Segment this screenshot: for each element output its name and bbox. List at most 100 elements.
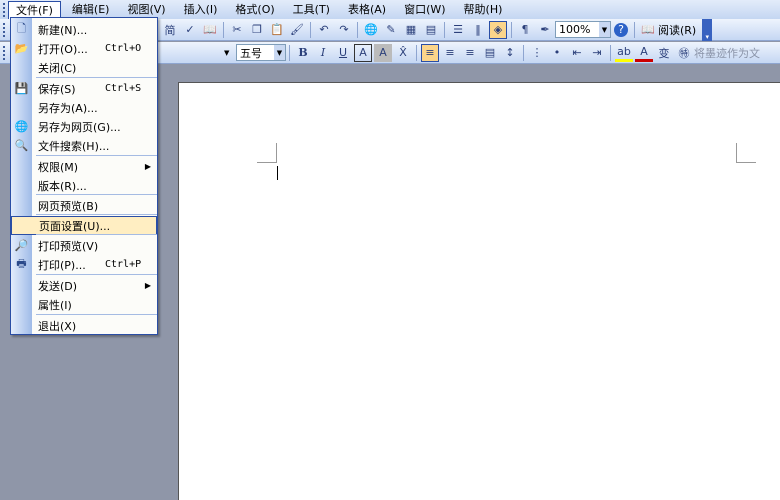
menu-item-label: 属性(I) <box>38 298 72 312</box>
ink-as-text-button[interactable]: 将墨迹作为文 <box>694 45 760 61</box>
menu-item-shortcut: Ctrl+S <box>105 83 142 94</box>
spelling-icon[interactable]: ✓ <box>181 21 199 39</box>
align-right-icon[interactable]: ≡ <box>461 44 479 62</box>
file-menu-item[interactable]: 版本(R)... <box>11 176 157 195</box>
file-menu-item[interactable]: 💾 保存(S) Ctrl+S <box>11 79 157 98</box>
document-page[interactable] <box>178 82 780 500</box>
menu-item-label: 打印(P)... <box>38 258 86 272</box>
char-shading-icon[interactable]: A <box>374 43 392 62</box>
numbering-icon[interactable]: ⋮ <box>528 44 546 62</box>
help-icon[interactable]: ? <box>614 22 628 37</box>
font-dropdown-icon[interactable]: ▼ <box>224 49 234 57</box>
file-menu-item[interactable]: 🗋 新建(N)... <box>11 20 157 39</box>
read-button[interactable]: 阅读(R) <box>658 22 696 38</box>
document-map-icon[interactable]: ◈ <box>489 20 507 39</box>
file-menu-item[interactable]: 关闭(C) <box>11 58 157 77</box>
underline-icon[interactable]: U <box>334 44 352 62</box>
divider <box>634 21 635 38</box>
file-menu-item[interactable]: 另存为(A)... <box>11 98 157 117</box>
undo-icon[interactable]: ↶ <box>315 21 333 39</box>
file-menu: 🗋 新建(N)... 📂 打开(O)... Ctrl+O 关闭(C) 💾 保存(S) Ctrl+… <box>10 17 158 335</box>
menu-item-label: 保存(S) <box>38 82 76 96</box>
divider <box>523 44 524 61</box>
hyperlink-icon[interactable]: 🌐 <box>362 21 380 39</box>
format-painter-icon[interactable]: 🖌 <box>288 21 306 39</box>
menu-item-label: 权限(M) <box>38 160 79 174</box>
char-border-icon[interactable]: A <box>354 43 372 62</box>
file-menu-item[interactable]: 🌐 另存为网页(G)... <box>11 117 157 136</box>
bullets-icon[interactable]: • <box>548 44 566 62</box>
chevron-down-icon[interactable]: ▼ <box>599 22 610 37</box>
menu-item-label: 发送(D) <box>38 279 78 293</box>
menu-table[interactable]: 表格(A) <box>341 1 393 18</box>
font-color-icon[interactable]: A <box>635 44 653 62</box>
open-folder-icon: 📂 <box>14 42 29 55</box>
toolbar-options-icon[interactable]: ▾ <box>702 18 713 41</box>
copy-icon[interactable]: ❐ <box>248 21 266 39</box>
menu-tools[interactable]: 工具(T) <box>286 1 337 18</box>
menu-format[interactable]: 格式(O) <box>228 1 281 18</box>
crop-mark-left <box>257 143 277 163</box>
file-menu-item[interactable]: 📂 打开(O)... Ctrl+O <box>11 39 157 58</box>
phonetic-icon[interactable]: X̂ <box>394 44 412 62</box>
menu-view[interactable]: 视图(V) <box>120 1 172 18</box>
chevron-down-icon[interactable]: ▼ <box>274 45 285 60</box>
show-hide-icon[interactable]: ¶ <box>516 21 534 39</box>
menu-insert[interactable]: 插入(I) <box>177 1 225 18</box>
menu-item-label: 文件搜索(H)... <box>38 139 110 153</box>
menu-separator <box>36 194 157 195</box>
menu-item-label: 打印预览(V) <box>38 239 99 253</box>
read-icon[interactable]: 📖 <box>639 21 657 39</box>
cut-icon[interactable]: ✂ <box>228 21 246 39</box>
file-menu-item[interactable]: 🔍 文件搜索(H)... <box>11 136 157 155</box>
columns-icon[interactable]: ☰ <box>449 21 467 39</box>
char-scaling-icon[interactable]: 变 <box>655 44 673 62</box>
italic-icon[interactable]: I <box>314 44 332 62</box>
file-menu-item[interactable]: 退出(X) <box>11 316 157 335</box>
divider <box>357 21 358 38</box>
menu-item-shortcut: Ctrl+O <box>105 43 142 54</box>
bold-icon[interactable]: B <box>294 44 312 62</box>
menu-item-label: 退出(X) <box>38 319 77 333</box>
redo-icon[interactable]: ↷ <box>335 21 353 39</box>
line-spacing-icon[interactable]: ↕ <box>501 44 519 62</box>
menu-separator <box>36 214 157 215</box>
menu-edit[interactable]: 编辑(E) <box>65 1 117 18</box>
align-center-icon[interactable]: ≡ <box>441 44 459 62</box>
research-icon[interactable]: 📖 <box>201 21 219 39</box>
menu-separator <box>36 314 157 315</box>
file-menu-item[interactable]: 发送(D) ▶ <box>11 276 157 295</box>
decrease-indent-icon[interactable]: ⇤ <box>568 44 586 62</box>
highlight-icon[interactable]: ab <box>615 44 633 62</box>
paste-icon[interactable]: 📋 <box>268 21 286 39</box>
crop-mark-right <box>736 143 756 163</box>
zoom-value: 100% <box>559 23 591 36</box>
toolbar-grip[interactable] <box>3 23 6 37</box>
insert-excel-icon[interactable]: ▤ <box>422 21 440 39</box>
toolbar-grip[interactable] <box>3 46 6 60</box>
justify-icon[interactable]: ≡ <box>421 43 439 62</box>
increase-indent-icon[interactable]: ⇥ <box>588 44 606 62</box>
file-menu-item[interactable]: 权限(M) ▶ <box>11 157 157 176</box>
file-menu-item[interactable]: 🔎 打印预览(V) <box>11 236 157 255</box>
divider <box>416 44 417 61</box>
file-menu-item[interactable]: 🖶 打印(P)... Ctrl+P <box>11 255 157 274</box>
enclose-char-icon[interactable]: ㊕ <box>675 44 693 62</box>
font-size-select[interactable]: 五号 ▼ <box>236 44 286 61</box>
menu-window[interactable]: 窗口(W) <box>397 1 452 18</box>
file-menu-item[interactable]: 网页预览(B) <box>11 196 157 215</box>
drawing-icon[interactable]: ‖ <box>469 21 487 39</box>
file-menu-item[interactable]: 页面设置(U)... <box>11 216 157 235</box>
distributed-icon[interactable]: ▤ <box>481 44 499 62</box>
insert-table-icon[interactable]: ▦ <box>402 21 420 39</box>
file-search-icon: 🔍 <box>14 139 29 152</box>
simplified-chinese-icon[interactable]: 简 <box>161 21 179 39</box>
submenu-arrow-icon: ▶ <box>144 281 151 290</box>
menu-help[interactable]: 帮助(H) <box>457 1 510 18</box>
menu-item-label: 另存为网页(G)... <box>38 120 121 134</box>
tables-borders-icon[interactable]: ✎ <box>382 21 400 39</box>
zoom-select[interactable]: 100% ▼ <box>555 21 611 38</box>
ink-icon[interactable]: ✒ <box>536 21 554 39</box>
menubar-grip[interactable] <box>3 3 6 17</box>
file-menu-item[interactable]: 属性(I) <box>11 295 157 314</box>
